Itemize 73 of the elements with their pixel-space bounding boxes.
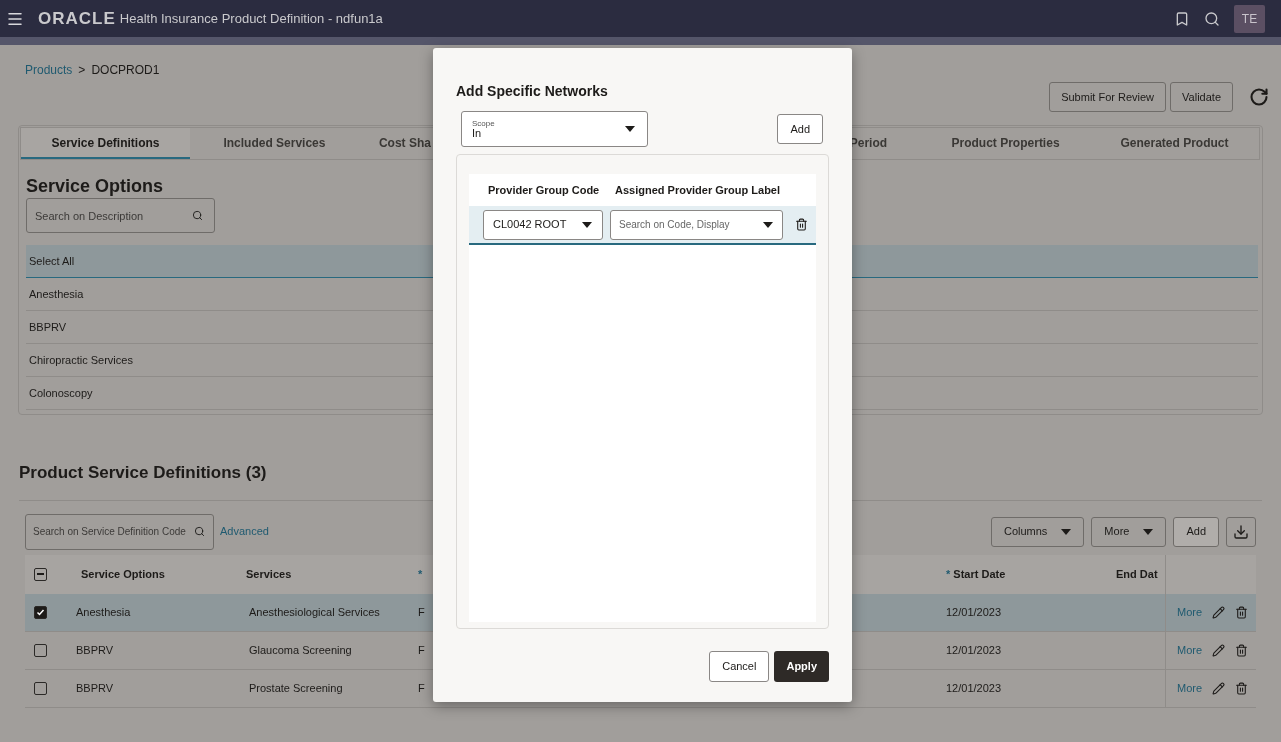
caret-icon	[1061, 528, 1072, 535]
trash-icon[interactable]	[1235, 605, 1249, 619]
apply-button[interactable]: Apply	[774, 651, 829, 682]
field-label: Scope	[472, 119, 495, 128]
minus-icon	[37, 573, 44, 575]
caret-icon	[625, 126, 635, 132]
table-cell: F	[418, 643, 425, 656]
tab[interactable]: Generated Product	[1090, 128, 1259, 159]
check-icon	[36, 607, 45, 617]
field-value: In	[472, 127, 482, 139]
table-cell: 12/01/2023	[946, 605, 1002, 618]
download-button[interactable]	[1226, 516, 1256, 547]
tab[interactable]: Cost Sha	[358, 128, 437, 159]
action-button[interactable]: Submit For Review	[1049, 82, 1167, 112]
download-icon	[1233, 523, 1249, 540]
edit-icon[interactable]	[1212, 605, 1226, 619]
trash-icon[interactable]	[1235, 643, 1249, 657]
trash-icon[interactable]	[1235, 681, 1249, 695]
column-header: End Dat	[1116, 567, 1158, 580]
tab[interactable]: Included Services	[189, 128, 359, 159]
app-title: Health Insurance Product Definition - ndfun1a	[119, 9, 383, 28]
checkbox[interactable]	[34, 681, 47, 695]
checkbox[interactable]	[34, 567, 47, 581]
table-cell: BBPRV	[76, 681, 114, 694]
bookmark-icon[interactable]	[1174, 10, 1190, 27]
tab[interactable]: Service Definitions	[21, 128, 190, 159]
section-title: Product Service Definitions (3)	[19, 462, 267, 484]
table-cell: Anesthesiological Services	[249, 605, 380, 618]
table-row[interactable]: CL0042 ROOT Search on Code, Display	[469, 206, 816, 245]
add-button[interactable]: Add	[777, 114, 823, 144]
column-header: * Start Date	[946, 567, 1006, 580]
dropdown-field[interactable]: CL0042 ROOT	[483, 209, 603, 240]
table-cell: Prostate Screening	[249, 681, 343, 694]
column-header: *	[418, 567, 423, 580]
caret-icon	[1143, 528, 1154, 535]
checkbox[interactable]	[34, 605, 47, 619]
search-icon[interactable]	[194, 525, 205, 537]
breadcrumb-separator: >	[78, 62, 86, 79]
table-cell: F	[418, 681, 425, 694]
table-cell: Glaucoma Screening	[249, 643, 352, 656]
column-header: Services	[246, 567, 292, 580]
search-icon[interactable]	[1204, 10, 1220, 27]
table-cell: Anesthesia	[76, 605, 131, 618]
column-header: Provider Group Code	[487, 182, 601, 198]
table-cell: 12/01/2023	[946, 643, 1002, 656]
action-button[interactable]: Validate	[1170, 82, 1233, 112]
column-header: Assigned Provider Group Label	[615, 182, 781, 198]
search-field[interactable]: Search on Description	[26, 198, 215, 233]
edit-icon[interactable]	[1212, 681, 1226, 695]
breadcrumb-current: DOCPROD1	[91, 62, 160, 79]
caret-icon	[763, 221, 773, 228]
column-header: Service Options	[81, 567, 165, 580]
cancel-button[interactable]: Cancel	[709, 651, 770, 682]
scope-select[interactable]: Scope In	[461, 111, 648, 147]
tab[interactable]: Product Properties	[921, 128, 1091, 159]
avatar[interactable]: TE	[1234, 4, 1265, 33]
search-field[interactable]: Search on Service Definition Code	[25, 513, 214, 550]
logo: ORACLE	[38, 7, 116, 30]
menu-button[interactable]: Columns	[990, 516, 1085, 547]
dialog-title: Add Specific Networks	[456, 82, 609, 101]
menu-button[interactable]: More	[1091, 516, 1167, 547]
section-title: Service Options	[26, 176, 164, 196]
table-cell: F	[418, 605, 425, 618]
dropdown-field[interactable]: Search on Code, Display	[610, 209, 783, 240]
add-button[interactable]: Add	[1173, 516, 1219, 547]
caret-icon	[582, 221, 592, 228]
trash-icon[interactable]	[795, 218, 808, 231]
refresh-icon[interactable]	[1249, 87, 1269, 107]
search-icon[interactable]	[192, 210, 203, 221]
checkbox[interactable]	[34, 643, 47, 657]
edit-icon[interactable]	[1212, 643, 1226, 657]
table-cell: BBPRV	[76, 643, 114, 656]
table-cell: 12/01/2023	[946, 681, 1002, 694]
